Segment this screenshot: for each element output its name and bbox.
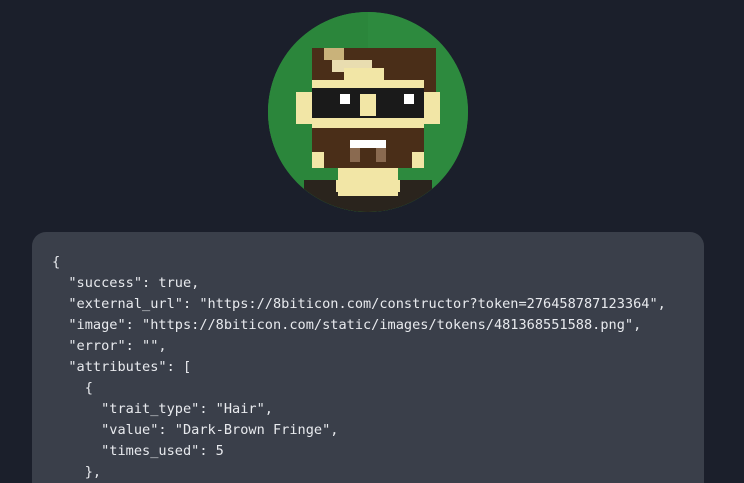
json-response-panel: { "success": true, "external_url": "http… xyxy=(32,232,704,483)
json-response-code: { "success": true, "external_url": "http… xyxy=(52,252,704,483)
code-line: "attributes": [ xyxy=(52,359,192,375)
pixel-avatar-icon xyxy=(268,12,468,212)
code-line: { xyxy=(52,380,93,396)
code-line: "image": "https://8biticon.com/static/im… xyxy=(52,317,642,333)
code-line: }, xyxy=(52,464,102,480)
code-line: "times_used": 5 xyxy=(52,443,224,459)
code-line: "error": "", xyxy=(52,338,167,354)
code-line: "trait_type": "Hair", xyxy=(52,401,273,417)
code-line: { xyxy=(52,254,61,270)
code-line: "external_url": "https://8biticon.com/co… xyxy=(52,296,666,312)
code-line: "success": true, xyxy=(52,275,200,291)
code-line: "value": "Dark-Brown Fringe", xyxy=(52,422,339,438)
avatar-image xyxy=(268,12,468,212)
